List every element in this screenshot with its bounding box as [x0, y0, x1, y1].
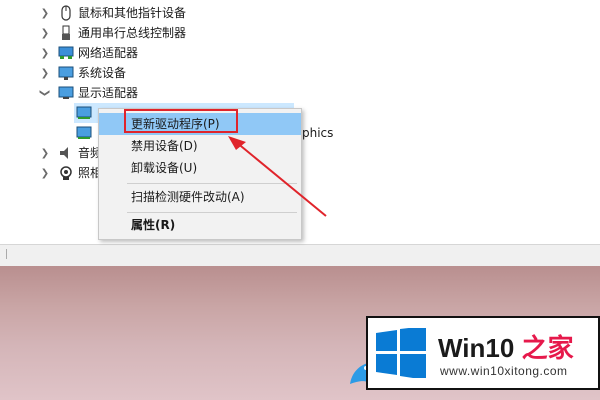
tree-node-system[interactable]: ❯ 系统设备	[38, 63, 238, 83]
watermark-title: Win10 之家	[438, 328, 574, 365]
chevron-down-icon[interactable]: ❯	[35, 86, 55, 100]
menu-item-uninstall-device[interactable]: 卸载设备(U)	[99, 157, 301, 179]
tree-node-camera[interactable]: ❯ 照相	[38, 163, 102, 183]
chevron-right-icon[interactable]: ❯	[38, 43, 52, 63]
watermark-url: www.win10xitong.com	[440, 364, 568, 378]
tree-node-label: 系统设备	[78, 66, 127, 80]
menu-item-scan-hardware[interactable]: 扫描检测硬件改动(A)	[99, 186, 301, 208]
chevron-right-icon[interactable]: ❯	[38, 163, 52, 183]
annotation-highlight-box	[124, 109, 238, 133]
menu-item-label: 属性(R)	[131, 218, 176, 232]
tree-node-label: 通用串行总线控制器	[78, 26, 187, 40]
tree-node-audio[interactable]: ❯ 音频	[38, 143, 102, 163]
status-bar	[0, 244, 600, 267]
usb-icon	[62, 25, 70, 40]
network-adapter-icon	[58, 46, 74, 59]
menu-separator	[127, 183, 297, 184]
watermark-logo: Win10 之家 www.win10xitong.com	[366, 316, 600, 390]
display-adapter-icon	[58, 86, 74, 99]
menu-item-disable-device[interactable]: 禁用设备(D)	[99, 135, 301, 157]
menu-item-label: 扫描检测硬件改动(A)	[131, 190, 245, 204]
tree-node-label: 网络适配器	[78, 46, 139, 60]
audio-icon	[60, 147, 68, 159]
tree-node-network[interactable]: ❯ 网络适配器	[38, 43, 238, 63]
mouse-icon	[61, 5, 71, 21]
tree-node-usb[interactable]: ❯ 通用串行总线控制器	[38, 23, 238, 43]
display-adapter-icon	[76, 126, 92, 139]
display-adapter-icon	[76, 106, 92, 119]
menu-item-label: 禁用设备(D)	[131, 139, 198, 153]
chevron-right-icon[interactable]: ❯	[38, 63, 52, 83]
menu-item-label: 卸载设备(U)	[131, 161, 198, 175]
camera-icon	[60, 166, 72, 180]
tree-node-label: 鼠标和其他指针设备	[78, 6, 187, 20]
menu-item-properties[interactable]: 属性(R)	[99, 214, 301, 236]
watermark-title-prefix: Win10	[438, 333, 515, 363]
resize-grip[interactable]	[0, 249, 7, 259]
watermark-title-suffix: 之家	[514, 333, 574, 363]
tree-node-mouse[interactable]: ❯ 鼠标和其他指针设备	[38, 3, 238, 23]
system-device-icon	[58, 66, 74, 80]
chevron-right-icon[interactable]: ❯	[38, 3, 52, 23]
chevron-right-icon[interactable]: ❯	[38, 143, 52, 163]
windows-logo-icon	[376, 328, 426, 378]
tree-node-label-fragment: phics	[302, 126, 334, 140]
chevron-right-icon[interactable]: ❯	[38, 23, 52, 43]
tree-node-display-adapters[interactable]: ❯ 显示适配器	[38, 83, 238, 103]
tree-node-label: 显示适配器	[78, 86, 139, 100]
menu-separator	[127, 212, 297, 213]
